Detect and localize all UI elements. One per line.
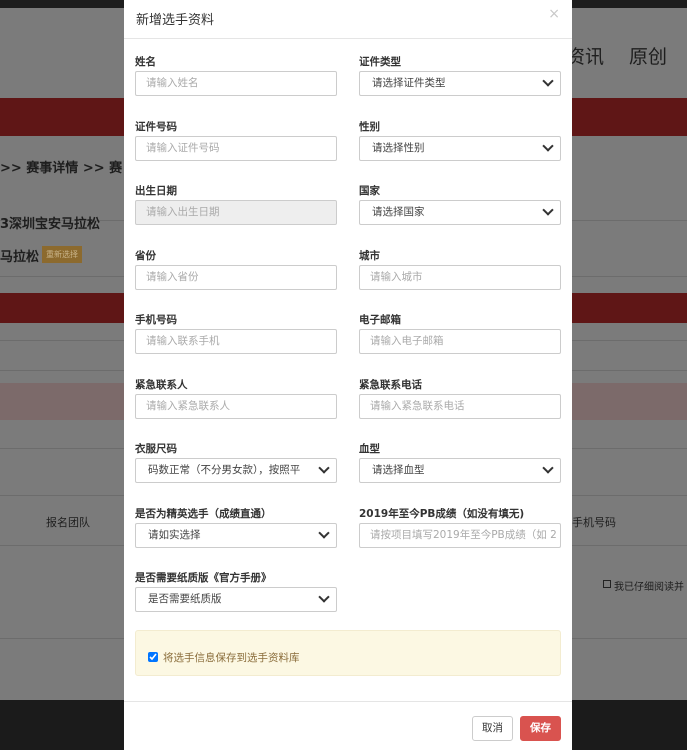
- text-input-control[interactable]: [360, 265, 560, 289]
- select-value: 请选择国家: [372, 206, 425, 218]
- field-label: 性别: [359, 120, 380, 133]
- select-dropdown[interactable]: 请选择性别: [359, 135, 561, 161]
- form-field: 国家请选择国家: [359, 185, 561, 225]
- form-field: 省份 请输入省份: [135, 250, 337, 290]
- form-field: 电子邮箱请输入电子邮箱: [359, 314, 561, 354]
- form-field: 血型请选择血型: [359, 443, 561, 483]
- field-label: 姓名: [135, 56, 156, 68]
- field-label: 电子邮箱: [359, 314, 401, 326]
- cancel-button[interactable]: 取消: [472, 716, 513, 741]
- field-label: 国家: [359, 185, 380, 197]
- text-input-control[interactable]: [136, 72, 336, 95]
- event-short-name: 马拉松: [0, 250, 40, 265]
- breadcrumb: >> 赛事详情 >> 赛: [0, 161, 123, 176]
- modal-header: 新增选手资料 ×: [124, 0, 572, 39]
- form-field: 证件号码请输入证件号码: [135, 121, 337, 161]
- select-dropdown[interactable]: 码数正常（不分男女款），按照平: [135, 458, 337, 483]
- text-input[interactable]: 请输入电子邮箱: [359, 329, 561, 354]
- form-field: 2019年至今PB成绩（如没有填无) 请按项目填写2019年至今PB成绩（如 2: [359, 508, 561, 548]
- form-field: 证件类型请选择证件类型: [359, 56, 561, 96]
- table-header-phone: 手机号码: [572, 516, 616, 529]
- form-field: 性别请选择性别: [359, 121, 561, 161]
- close-icon[interactable]: ×: [548, 6, 560, 22]
- text-input[interactable]: 请输入姓名: [135, 71, 337, 96]
- modal-title: 新增选手资料: [136, 13, 215, 28]
- select-value: 码数正常（不分男女款），按照平: [148, 464, 301, 476]
- chevron-down-icon: [542, 139, 554, 152]
- text-input-control[interactable]: [136, 394, 336, 418]
- chevron-down-icon: [318, 526, 330, 539]
- field-label: 衣服尺码: [135, 443, 177, 455]
- select-value: 请选择性别: [372, 141, 425, 154]
- table-header-team: 报名团队: [46, 516, 90, 529]
- text-input-control[interactable]: [360, 330, 560, 353]
- field-label: 出生日期: [135, 185, 177, 197]
- select-value: 请选择血型: [372, 464, 425, 476]
- select-dropdown[interactable]: 请如实选择: [135, 522, 337, 548]
- select-dropdown[interactable]: 是否需要纸质版: [135, 587, 337, 612]
- field-label: 省份: [135, 249, 156, 262]
- text-input-control[interactable]: [136, 201, 336, 224]
- select-dropdown[interactable]: 请选择血型: [359, 458, 561, 483]
- text-input[interactable]: 请输入紧急联系电话: [359, 393, 561, 419]
- form-field: 出生日期请输入出生日期: [135, 185, 337, 225]
- select-value: 请选择证件类型: [372, 77, 446, 89]
- form-field: 是否需要纸质版《官方手册》是否需要纸质版: [135, 572, 337, 612]
- chevron-down-icon: [542, 462, 554, 474]
- reselect-badge[interactable]: 重新选择: [42, 246, 82, 263]
- chevron-down-icon: [318, 462, 330, 474]
- form-field: 衣服尺码码数正常（不分男女款），按照平: [135, 443, 337, 483]
- select-dropdown[interactable]: 请选择国家: [359, 200, 561, 225]
- text-input[interactable]: 请输入证件号码: [135, 135, 337, 161]
- text-input[interactable]: 请输入省份: [135, 264, 337, 290]
- select-dropdown[interactable]: 请选择证件类型: [359, 71, 561, 96]
- modal-footer: 取消 保存: [124, 701, 572, 750]
- save-to-library-checkbox[interactable]: [148, 652, 158, 662]
- text-input[interactable]: 请输入联系手机: [135, 329, 337, 354]
- text-input-control[interactable]: [136, 330, 336, 353]
- text-input-control[interactable]: [136, 265, 336, 289]
- field-label: 2019年至今PB成绩（如没有填无): [359, 507, 525, 520]
- text-input-control[interactable]: [360, 523, 560, 547]
- agree-text: 我已仔细阅读并: [614, 582, 684, 593]
- select-value: 请如实选择: [148, 528, 201, 541]
- form-field: 姓名 请输入姓名: [135, 56, 337, 96]
- field-label: 证件号码: [135, 120, 177, 133]
- agree-checkbox[interactable]: [603, 580, 611, 588]
- field-label: 手机号码: [135, 314, 177, 326]
- text-input[interactable]: 请输入出生日期: [135, 200, 337, 225]
- field-label: 紧急联系人: [135, 378, 188, 391]
- text-input[interactable]: 请输入城市: [359, 264, 561, 290]
- field-label: 是否需要纸质版《官方手册》: [135, 572, 272, 584]
- field-label: 证件类型: [359, 56, 401, 68]
- chevron-down-icon: [318, 591, 330, 603]
- nav-item-original[interactable]: 原创: [629, 42, 667, 69]
- event-name: 3深圳宝安马拉松: [0, 217, 101, 232]
- save-to-library-label: 将选手信息保存到选手资料库: [163, 652, 300, 664]
- field-label: 紧急联系电话: [359, 378, 422, 391]
- select-value: 是否需要纸质版: [148, 593, 222, 605]
- form-field: 城市 请输入城市: [359, 250, 561, 290]
- chevron-down-icon: [542, 204, 554, 216]
- field-label: 血型: [359, 443, 380, 455]
- form-field: 紧急联系电话请输入紧急联系电话: [359, 379, 561, 419]
- form-field: 是否为精英选手（成绩直通） 请如实选择: [135, 508, 337, 548]
- text-input[interactable]: 请按项目填写2019年至今PB成绩（如 2: [359, 522, 561, 548]
- chevron-down-icon: [542, 75, 554, 87]
- text-input-control[interactable]: [136, 136, 336, 160]
- save-button[interactable]: 保存: [520, 716, 561, 741]
- save-to-library-notice: 将选手信息保存到选手资料库: [135, 630, 561, 676]
- text-input-control[interactable]: [360, 394, 560, 418]
- form-field: 紧急联系人请输入紧急联系人: [135, 379, 337, 419]
- field-label: 城市: [359, 249, 380, 262]
- field-label: 是否为精英选手（成绩直通）: [135, 507, 272, 520]
- text-input[interactable]: 请输入紧急联系人: [135, 393, 337, 419]
- add-player-modal: 新增选手资料 × 姓名 请输入姓名 证件类型 请选择证件类型 证件号码 请输入证件号码 性别…: [124, 0, 572, 750]
- form-field: 手机号码请输入联系手机: [135, 314, 337, 354]
